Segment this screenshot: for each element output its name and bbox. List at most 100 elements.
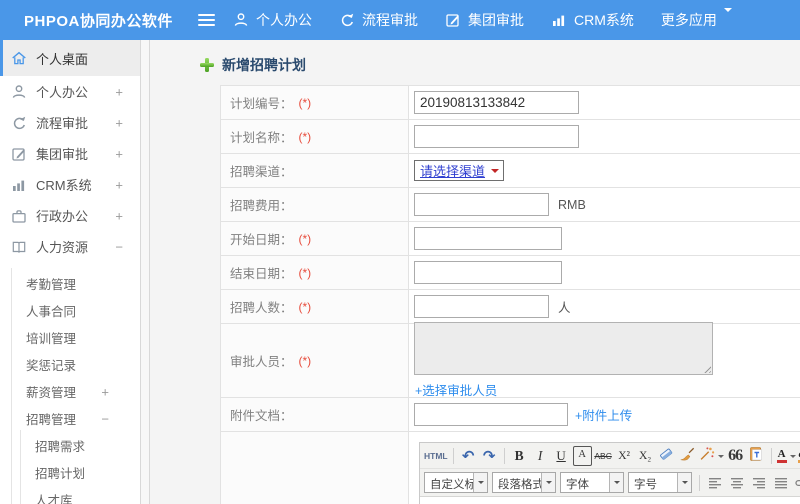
topbar-menu-item[interactable]: CRM系统	[551, 10, 634, 30]
toolbar-separator	[770, 447, 772, 464]
headcount-input[interactable]	[414, 295, 549, 318]
undo-icon[interactable]: ↶	[459, 446, 478, 466]
sidebar-item-label: 招聘计划	[35, 467, 86, 481]
bold-button[interactable]: B	[510, 446, 529, 466]
attachment-input[interactable]	[414, 403, 568, 426]
sidebar-item-label: 个人桌面	[36, 51, 89, 67]
underline-button[interactable]: U	[552, 446, 571, 466]
collapse-icon[interactable]: −	[101, 411, 109, 426]
form-value-cell	[409, 222, 800, 255]
paste-icon[interactable]	[747, 446, 766, 466]
editor-dropdown[interactable]: 字体	[560, 472, 624, 493]
editor-dropdown[interactable]: 字号	[628, 472, 692, 493]
add-icon	[200, 58, 214, 72]
sidebar-item-attendance-mgmt[interactable]: 考勤管理	[0, 270, 140, 297]
form-label-cell: 结束日期： (*)	[221, 256, 409, 289]
sidebar-item-personal-desktop[interactable]: 个人桌面	[0, 40, 140, 76]
app-window: PHPOA协同办公软件 个人办公 流程审批 集团审批 CRM系统 更多应用 个人桌面 个人…	[0, 0, 800, 504]
sidebar-item-recruit-mgmt[interactable]: 招聘管理 −	[0, 405, 140, 432]
quote-button[interactable]: 66	[726, 446, 745, 466]
recruit-cost-input[interactable]	[414, 193, 549, 216]
form-value-cell: +附件上传	[409, 398, 800, 431]
align-center-icon[interactable]	[727, 473, 747, 493]
sidebar-item-admin-office[interactable]: 行政办公 +	[0, 200, 140, 231]
sidebar-item-talent-pool[interactable]: 人才库	[0, 486, 140, 504]
sidebar-item-workflow-approval[interactable]: 流程审批 +	[0, 107, 140, 138]
recruit-channel-select[interactable]: 请选择渠道	[414, 160, 505, 181]
plan-number-input[interactable]	[414, 91, 579, 114]
sidebar-item-human-resources[interactable]: 人力资源 −	[0, 231, 140, 262]
topbar-menu-item[interactable]: 流程审批	[339, 10, 418, 30]
topbar: PHPOA协同办公软件 个人办公 流程审批 集团审批 CRM系统 更多应用	[0, 0, 800, 40]
sidebar-item-training-mgmt[interactable]: 培训管理	[0, 324, 140, 351]
sidebar-scrollbar[interactable]	[141, 40, 150, 504]
editor-dropdown-label: 字体	[566, 479, 589, 491]
expand-icon[interactable]: +	[115, 84, 123, 99]
expand-icon[interactable]: +	[101, 384, 109, 399]
superscript-button[interactable]: X²	[615, 446, 634, 466]
unit-label: RMB	[558, 197, 586, 212]
topbar-menu-item[interactable]: 个人办公	[233, 10, 312, 30]
font-color-button[interactable]: A	[776, 446, 796, 466]
form-label-cell: 招聘人数： (*)	[221, 290, 409, 323]
form-value-cell: 请选择渠道	[409, 154, 800, 187]
eraser-icon[interactable]	[657, 446, 676, 466]
plan-name-input[interactable]	[414, 125, 579, 148]
form-label-cell: 计划编号： (*)	[221, 86, 409, 119]
sidebar-item-label: 人事合同	[26, 305, 77, 319]
start-date-input[interactable]	[414, 227, 562, 250]
flow-icon	[339, 12, 355, 28]
approvers-link[interactable]: +选择审批人员	[415, 380, 497, 399]
sidebar-item-crm-system[interactable]: CRM系统 +	[0, 169, 140, 200]
topbar-menu-item[interactable]: 集团审批	[445, 10, 524, 30]
align-right-icon[interactable]	[749, 473, 769, 493]
approvers-textarea[interactable]	[414, 322, 713, 375]
form-row: 结束日期： (*)	[221, 256, 800, 290]
form-row: 计划名称： (*)	[221, 120, 800, 154]
topbar-menu-label: 流程审批	[362, 12, 418, 28]
align-left-icon[interactable]	[705, 473, 725, 493]
align-justify-icon[interactable]	[771, 473, 791, 493]
topbar-menu-item[interactable]: 更多应用	[661, 8, 732, 32]
editor-dropdown[interactable]: 自定义标题	[424, 472, 488, 493]
menu-icon[interactable]	[198, 14, 215, 27]
expand-icon[interactable]: +	[115, 146, 123, 161]
format-brush-icon[interactable]	[678, 446, 697, 466]
sidebar-item-salary-mgmt[interactable]: 薪资管理 +	[0, 378, 140, 405]
sidebar-item-hr-contract[interactable]: 人事合同	[0, 297, 140, 324]
end-date-input[interactable]	[414, 261, 562, 284]
subscript-button[interactable]: X₂	[636, 446, 655, 466]
sidebar-item-recruit-demand[interactable]: 招聘需求	[0, 432, 140, 459]
collapse-icon[interactable]: −	[115, 239, 123, 254]
editor-content[interactable]	[420, 497, 800, 504]
attachment-link[interactable]: +附件上传	[575, 405, 632, 424]
book-icon	[11, 239, 27, 255]
magic-wand-icon	[699, 446, 715, 465]
redo-icon[interactable]: ↷	[480, 446, 499, 466]
sidebar-item-recruit-plan[interactable]: 招聘计划	[0, 459, 140, 486]
source-button[interactable]: HTML	[424, 446, 448, 466]
editor-dropdown[interactable]: 段落格式	[492, 472, 556, 493]
editor-dropdown-label: 段落格式	[498, 479, 541, 491]
chart-icon	[551, 12, 567, 28]
form-row: 计划编号： (*)	[221, 86, 800, 120]
form-label-cell: 审批人员： (*)	[221, 324, 409, 397]
sidebar-item-reward-records[interactable]: 奖惩记录	[0, 351, 140, 378]
expand-icon[interactable]: +	[115, 115, 123, 130]
required-marker: (*)	[298, 265, 312, 280]
sidebar-item-personal-office[interactable]: 个人办公 +	[0, 76, 140, 107]
sidebar-item-group-approval[interactable]: 集团审批 +	[0, 138, 140, 169]
field-label: 招聘渠道：	[230, 165, 293, 179]
expand-icon[interactable]: +	[115, 177, 123, 192]
italic-button[interactable]: I	[531, 446, 550, 466]
link-icon[interactable]	[793, 473, 800, 493]
expand-icon[interactable]: +	[115, 208, 123, 223]
form-row: 招聘渠道： 请选择渠道	[221, 154, 800, 188]
form-label-cell: 计划名称： (*)	[221, 120, 409, 153]
magic-wand-icon[interactable]	[699, 446, 724, 466]
strikethrough-button[interactable]: ABC	[594, 446, 613, 466]
font-style-button[interactable]: A	[572, 445, 592, 466]
sidebar-item-label: 人才库	[35, 494, 73, 504]
field-label: 开始日期：	[230, 233, 293, 247]
